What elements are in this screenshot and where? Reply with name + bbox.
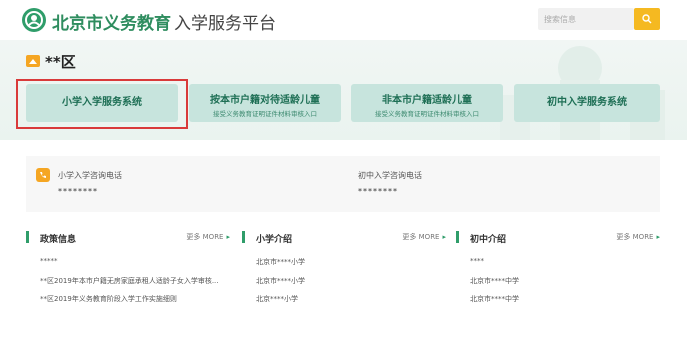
card-title: 初中入学服务系统 <box>547 97 627 108</box>
search-icon <box>642 14 652 24</box>
column-accent-bar <box>456 231 459 243</box>
middle-school-column: 初中介绍 更多 MORE ▸ **** 北京市****中学 北京市****中学 <box>456 229 660 339</box>
column-header: 初中介绍 更多 MORE ▸ <box>456 229 660 245</box>
list-item[interactable]: 北京市****中学 <box>470 276 519 286</box>
region-flag-icon <box>26 55 40 67</box>
list-item[interactable]: 北京市****小学 <box>256 276 305 286</box>
list-item[interactable]: 北京市****小学 <box>256 257 305 267</box>
arrow-right-icon: ▸ <box>442 233 446 241</box>
more-label: 更多 MORE <box>616 233 654 241</box>
column-accent-bar <box>26 231 29 243</box>
primary-phone-number: ******** <box>58 187 98 196</box>
middle-phone-label: 初中入学咨询电话 <box>358 171 422 180</box>
column-title: 初中介绍 <box>470 235 507 245</box>
list-item[interactable]: **区2019年本市户籍无房家庭承租人适龄子女入学审核... <box>40 276 219 286</box>
card-title: 按本市户籍对待适龄儿童 <box>210 95 320 106</box>
more-link[interactable]: 更多 MORE ▸ <box>616 232 660 242</box>
column-accent-bar <box>242 231 245 243</box>
column-title: 政策信息 <box>40 235 77 245</box>
column-title: 小学介绍 <box>256 235 293 245</box>
card-title: 非本市户籍适龄儿童 <box>382 95 472 106</box>
logo-icon[interactable] <box>22 8 46 32</box>
column-header: 小学介绍 更多 MORE ▸ <box>242 229 446 245</box>
more-link[interactable]: 更多 MORE ▸ <box>186 232 230 242</box>
search-button[interactable] <box>634 8 660 30</box>
list-item[interactable]: **区2019年义务教育阶段入学工作实施细则 <box>40 294 177 304</box>
phone-section: 小学入学咨询电话 ******** 初中入学咨询电话 ******** <box>26 156 660 212</box>
middle-school-system-button[interactable]: 初中入学服务系统 <box>514 84 660 122</box>
list-item[interactable]: **** <box>470 257 484 265</box>
search-input[interactable]: 搜索信息 <box>538 8 634 30</box>
middle-phone-number: ******** <box>358 187 398 196</box>
card-subtitle: 接受义务教育证明证件材料审核入口 <box>213 110 317 118</box>
primary-phone-label: 小学入学咨询电话 <box>58 171 122 180</box>
region-title: **区 <box>45 53 76 71</box>
highlight-box <box>16 79 188 129</box>
brand-name: 北京市义务教育 <box>52 14 171 34</box>
policy-column: 政策信息 更多 MORE ▸ ***** **区2019年本市户籍无房家庭承租人适… <box>26 229 230 339</box>
list-item[interactable]: 北京市****中学 <box>470 294 519 304</box>
local-hukou-review-button[interactable]: 按本市户籍对待适龄儿童 接受义务教育证明证件材料审核入口 <box>189 84 341 122</box>
arrow-right-icon: ▸ <box>656 233 660 241</box>
more-link[interactable]: 更多 MORE ▸ <box>402 232 446 242</box>
card-subtitle: 接受义务教育证明证件材料审核入口 <box>375 110 479 118</box>
list-item[interactable]: 北京****小学 <box>256 294 298 304</box>
arrow-right-icon: ▸ <box>226 233 230 241</box>
brand-subtitle: 入学服务平台 <box>174 14 276 34</box>
list-item[interactable]: ***** <box>40 257 58 265</box>
column-header: 政策信息 更多 MORE ▸ <box>26 229 230 245</box>
phone-icon <box>36 168 50 182</box>
more-label: 更多 MORE <box>402 233 440 241</box>
primary-school-column: 小学介绍 更多 MORE ▸ 北京市****小学 北京市****小学 北京****… <box>242 229 446 339</box>
site-header: 北京市义务教育 入学服务平台 搜索信息 <box>0 0 687 40</box>
non-local-hukou-review-button[interactable]: 非本市户籍适龄儿童 接受义务教育证明证件材料审核入口 <box>351 84 503 122</box>
more-label: 更多 MORE <box>186 233 224 241</box>
site-title[interactable]: 北京市义务教育 入学服务平台 <box>52 9 276 34</box>
